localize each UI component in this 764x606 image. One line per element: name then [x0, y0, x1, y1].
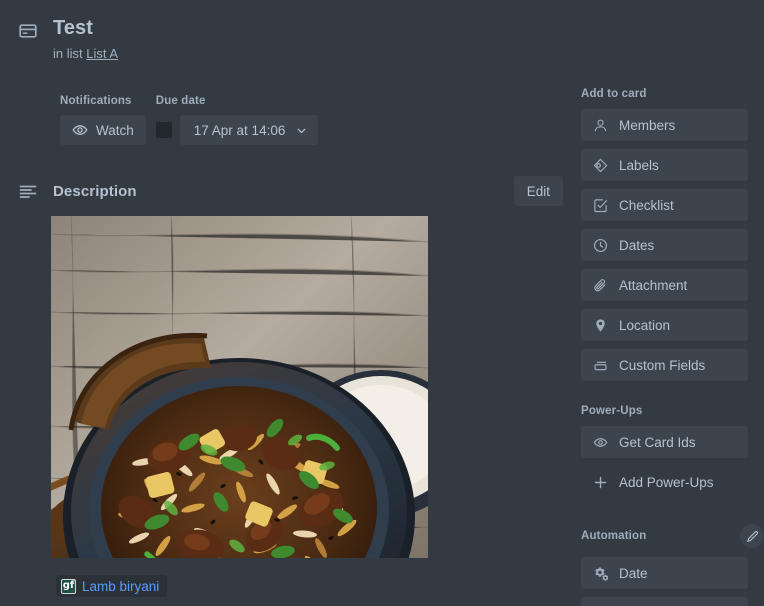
location-pin-icon — [592, 317, 608, 333]
sidebar-item-dates[interactable]: Dates — [581, 229, 748, 261]
edit-description-button[interactable]: Edit — [513, 176, 563, 206]
sidebar-item-label: Date — [619, 565, 648, 581]
card-header: Test in list List A — [0, 0, 570, 63]
power-ups-heading: Power-Ups — [581, 405, 643, 417]
list-link[interactable]: List A — [86, 46, 118, 61]
sidebar-item-set-date[interactable]: Set Date — [581, 597, 748, 606]
clock-icon — [592, 237, 608, 253]
sidebar-item-label: Add Power-Ups — [619, 474, 714, 490]
sidebar-item-custom-fields[interactable]: Custom Fields — [581, 349, 748, 381]
gf-badge-icon: gf — [61, 578, 76, 594]
automation-heading: Automation — [581, 530, 647, 542]
plus-icon — [592, 474, 608, 490]
page-title: Test — [53, 17, 94, 39]
image-caption-link[interactable]: gf Lamb biryani — [56, 575, 168, 597]
sidebar-item-attachment[interactable]: Attachment — [581, 269, 748, 301]
sidebar-item-label: Labels — [619, 157, 659, 173]
sidebar-item-label: Custom Fields — [619, 357, 706, 373]
sidebar-item-labels[interactable]: Labels — [581, 149, 748, 181]
due-date-button[interactable]: 17 Apr at 14:06 — [179, 115, 319, 145]
sidebar-item-get-card-ids[interactable]: Get Card Ids — [581, 426, 748, 458]
pencil-icon[interactable] — [740, 524, 764, 548]
sidebar-item-label: Dates — [619, 237, 655, 253]
due-date-group: Due date 17 Apr at 14:06 — [155, 93, 319, 145]
eye-icon — [72, 122, 88, 138]
gears-icon — [592, 565, 608, 581]
add-to-card-heading: Add to card — [581, 88, 647, 100]
sidebar-item-checklist[interactable]: Checklist — [581, 189, 748, 221]
person-icon — [592, 117, 608, 133]
eye-icon — [592, 434, 608, 450]
sidebar-item-label: Checklist — [619, 197, 674, 213]
sidebar-item-label: Attachment — [619, 277, 688, 293]
description-lines-icon — [18, 181, 38, 201]
sidebar-item-add-power-ups[interactable]: Add Power-Ups — [581, 466, 748, 498]
label-tag-icon — [592, 157, 608, 173]
caption-label: Lamb biryani — [82, 578, 160, 594]
description-title: Description — [53, 182, 137, 200]
paperclip-icon — [592, 277, 608, 293]
sidebar-item-label: Members — [619, 117, 676, 133]
notifications-label: Notifications — [60, 95, 132, 107]
card-sidebar: Add to card Members Labels Checklist Dat… — [581, 0, 764, 606]
card-detail-page: Test in list List A Notifications Watch — [0, 0, 764, 606]
chevron-down-icon — [295, 124, 308, 137]
description-image[interactable] — [51, 216, 428, 558]
due-date-label: Due date — [155, 95, 206, 107]
sidebar-item-label: Location — [619, 317, 671, 333]
automation-heading-row: Automation — [581, 524, 764, 548]
breadcrumb: in list List A — [53, 45, 118, 63]
custom-fields-icon — [592, 357, 608, 373]
sidebar-item-label: Get Card Ids — [619, 434, 696, 450]
sidebar-item-location[interactable]: Location — [581, 309, 748, 341]
card-meta-row: Notifications Watch Due date 17 Apr at 1… — [60, 93, 319, 145]
in-list-prefix: in list — [53, 46, 83, 61]
due-date-value: 17 Apr at 14:06 — [193, 122, 286, 138]
description-header: Description Edit — [18, 176, 563, 206]
card-window-icon — [18, 21, 38, 41]
watch-label: Watch — [96, 122, 134, 138]
notifications-group: Notifications Watch — [60, 93, 146, 145]
sidebar-item-members[interactable]: Members — [581, 109, 748, 141]
sidebar-item-date[interactable]: Date — [581, 557, 748, 589]
checklist-icon — [592, 197, 608, 213]
due-date-checkbox[interactable] — [155, 122, 172, 138]
watch-button[interactable]: Watch — [60, 115, 146, 145]
